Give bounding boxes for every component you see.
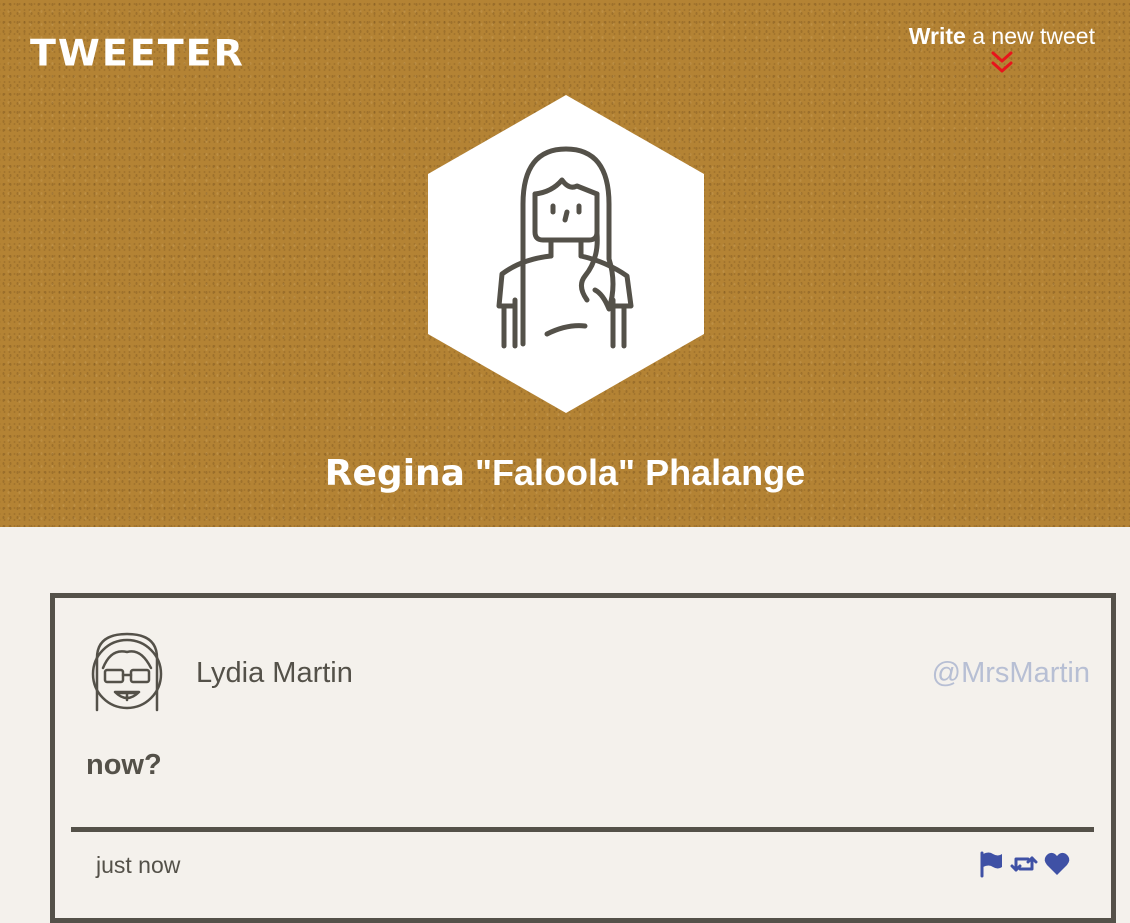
chevron-double-down-icon[interactable] — [990, 50, 1014, 76]
flag-icon[interactable] — [977, 850, 1005, 878]
hexagon-frame — [428, 95, 704, 413]
tweet-text: now? — [86, 749, 162, 781]
profile-name-first: Regina — [324, 453, 465, 494]
profile-name: Regina "Faloola" Phalange — [0, 451, 1130, 496]
heart-icon[interactable] — [1043, 850, 1071, 878]
app-logo[interactable]: TWEETER — [30, 31, 245, 75]
profile-header: TWEETER Write a new tweet Regina "Falool… — [0, 0, 1130, 527]
write-new-tweet-button[interactable]: Write a new tweet — [909, 22, 1095, 76]
tweet-card: Lydia Martin @MrsMartin now? just now — [50, 593, 1116, 923]
profile-avatar — [427, 94, 705, 414]
compose-label-bold: Write — [908, 23, 966, 49]
tweet-author-name[interactable]: Lydia Martin — [196, 656, 353, 690]
profile-name-rest: "Faloola" Phalange — [464, 452, 806, 493]
tweet-timestamp: just now — [96, 852, 181, 878]
tweet-author-handle[interactable]: @MrsMartin — [932, 656, 1090, 690]
retweet-icon[interactable] — [1010, 850, 1038, 878]
girl-with-glasses-avatar-icon — [91, 632, 163, 712]
compose-label: a new tweet — [965, 23, 1095, 49]
tweet-divider — [71, 827, 1094, 832]
tweet-actions — [977, 850, 1071, 878]
